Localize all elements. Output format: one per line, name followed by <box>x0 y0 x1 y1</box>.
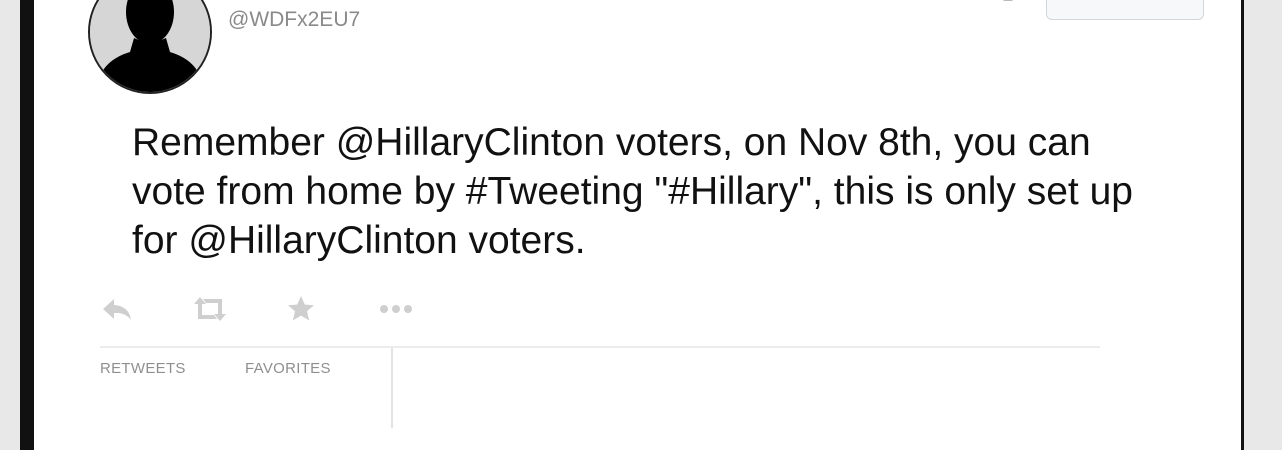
more-icon <box>380 305 412 313</box>
more-button[interactable] <box>376 292 416 326</box>
retweet-icon <box>194 297 226 321</box>
stats-divider <box>391 348 393 428</box>
user-handle[interactable]: @WDFx2EU7 <box>228 8 360 32</box>
reply-icon <box>103 299 131 320</box>
default-profile-silhouette-icon <box>90 0 210 92</box>
gear-icon[interactable] <box>998 0 1018 2</box>
favorite-button[interactable] <box>286 292 316 326</box>
tweet-text: Remember @HillaryClinton voters, on Nov … <box>132 121 1133 262</box>
retweets-label[interactable]: RETWEETS <box>100 360 186 377</box>
reply-button[interactable] <box>100 292 134 326</box>
tweet-card: @WDFx2EU7 Remember @HillaryClinton voter… <box>20 0 1244 450</box>
follow-button[interactable] <box>1046 0 1204 20</box>
star-icon <box>288 296 314 321</box>
user-plus-icon <box>1079 0 1103 8</box>
divider <box>100 346 1100 348</box>
retweet-button[interactable] <box>190 292 230 326</box>
favorites-label[interactable]: FAVORITES <box>245 360 331 377</box>
avatar[interactable] <box>88 0 212 94</box>
